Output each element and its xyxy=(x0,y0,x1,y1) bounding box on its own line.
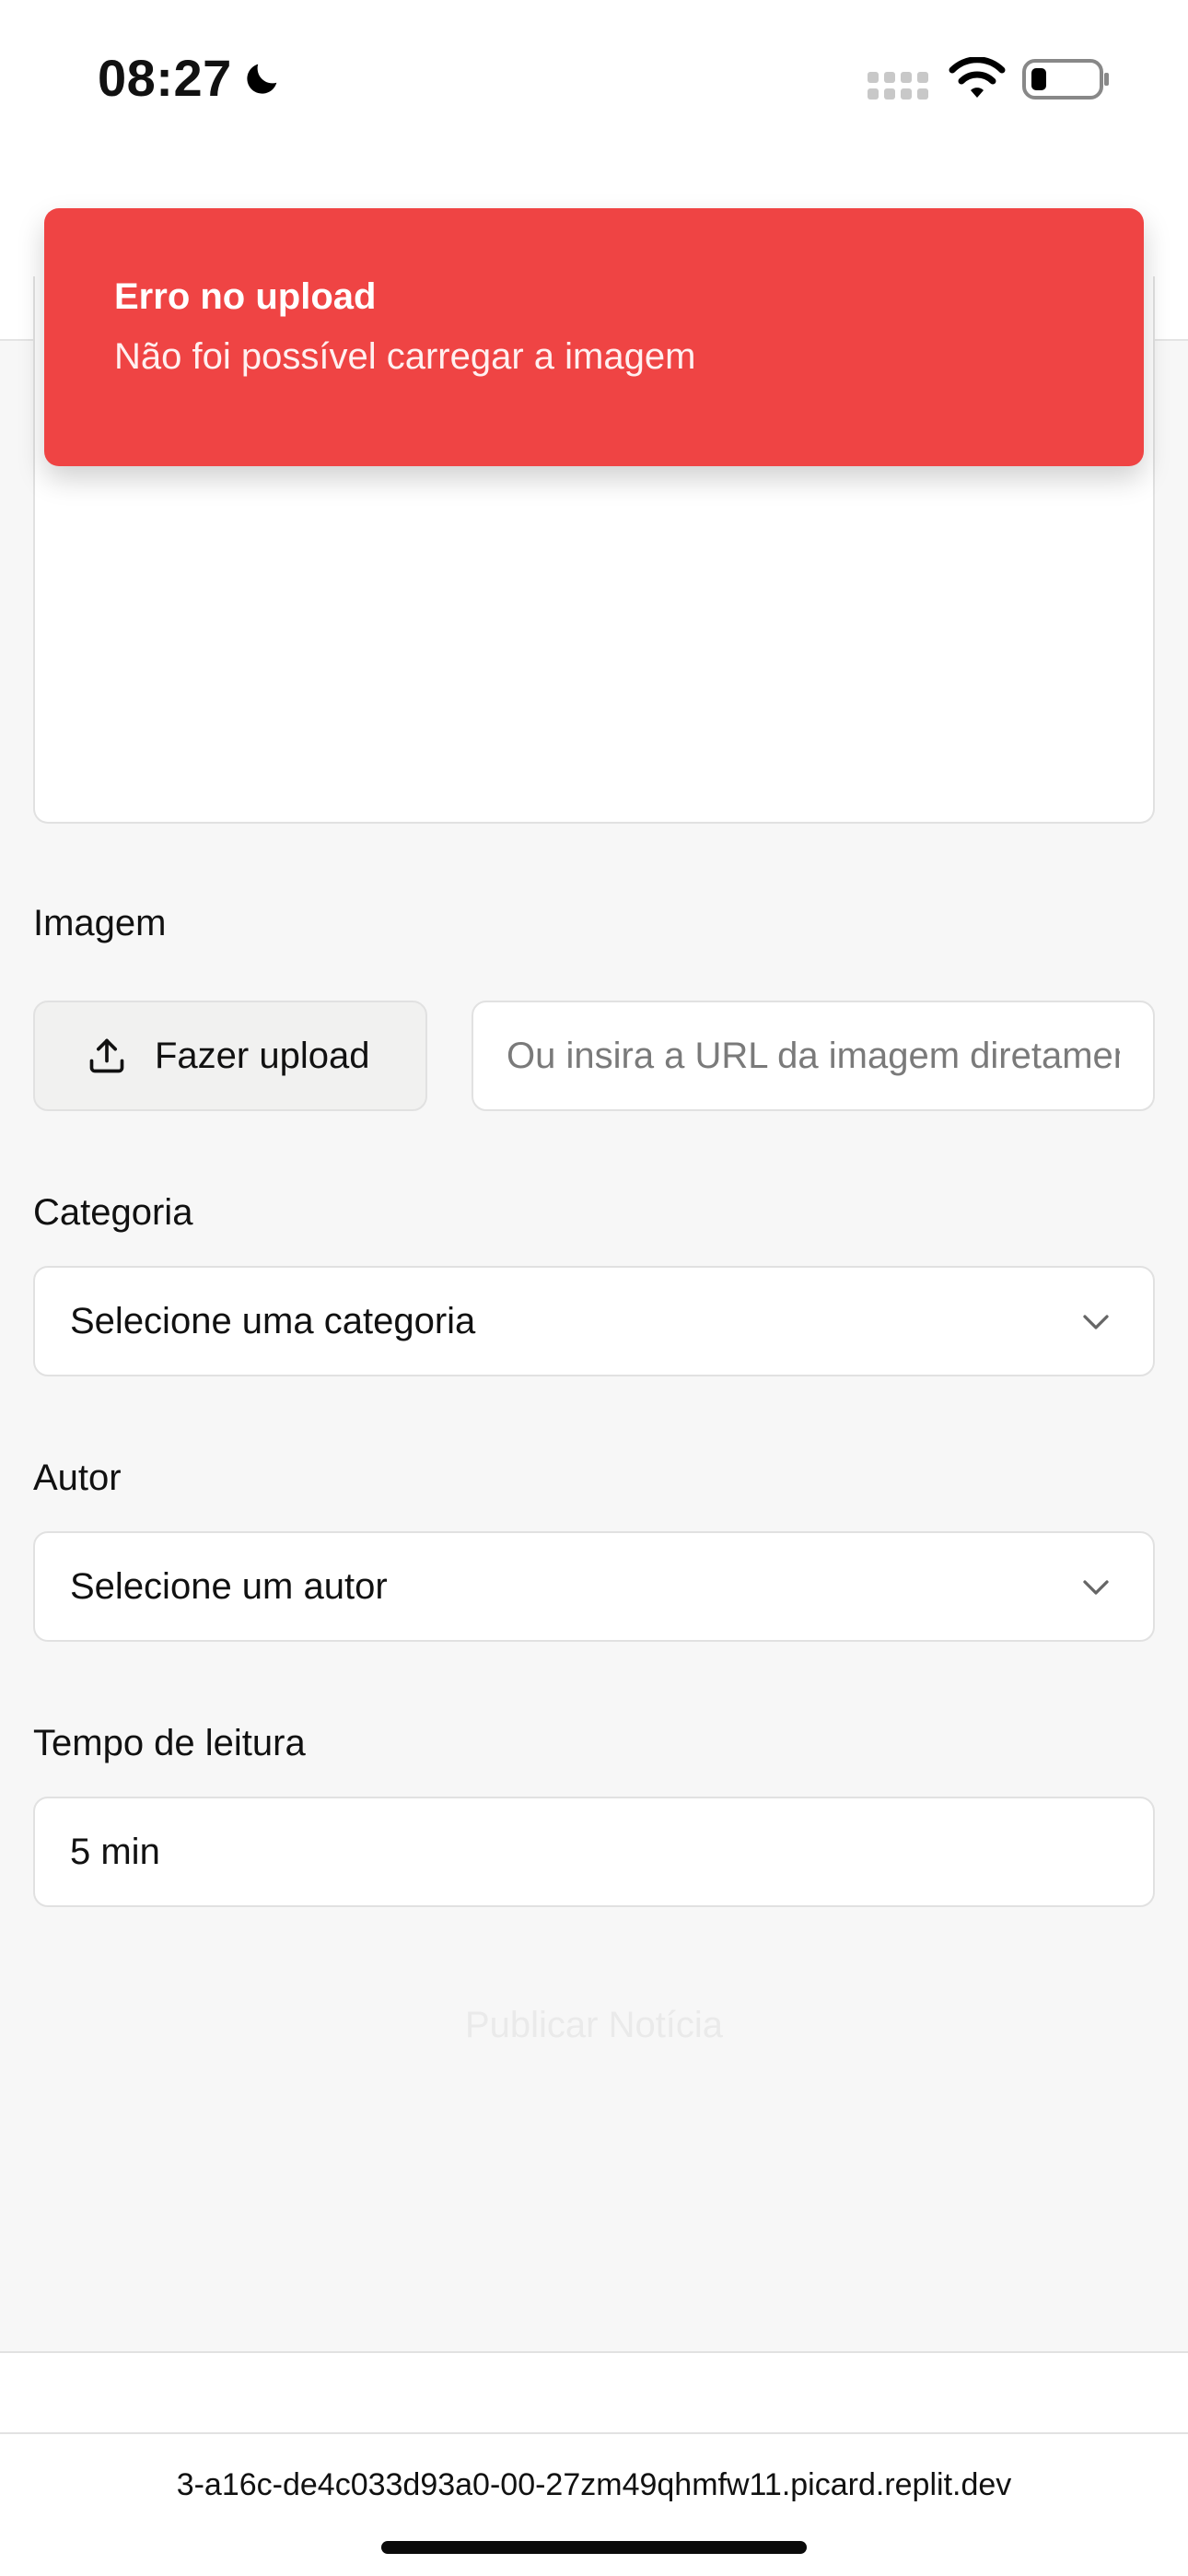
publish-button[interactable]: Publicar Notícia xyxy=(0,2005,1188,2046)
battery-icon xyxy=(1022,59,1109,100)
reading-time-value: 5 min xyxy=(70,1831,160,1872)
image-url-input[interactable] xyxy=(472,1001,1155,1111)
page: 08:27 Imagem Fazer upload Ou insira a UR… xyxy=(0,0,1188,2576)
author-label: Autor xyxy=(33,1458,122,1498)
upload-button[interactable]: Fazer upload xyxy=(33,1001,427,1111)
status-time: 08:27 xyxy=(98,49,232,107)
toast-title: Erro no upload xyxy=(114,276,377,317)
status-bar: 08:27 xyxy=(0,0,1188,158)
category-label: Categoria xyxy=(33,1192,193,1233)
category-select-value: Selecione uma categoria xyxy=(70,1300,476,1341)
wifi-icon xyxy=(949,57,1006,98)
home-indicator[interactable] xyxy=(381,2541,807,2554)
toast-message: Não foi possível carregar a imagem xyxy=(114,336,696,377)
chevron-down-icon xyxy=(1083,1315,1109,1329)
chevron-down-icon xyxy=(1083,1580,1109,1595)
signal-icon xyxy=(868,72,928,100)
author-select[interactable]: Selecione um autor xyxy=(33,1531,1155,1642)
address-bar-url[interactable]: 3-a16c-de4c033d93a0-00-27zm49qhmfw11.pic… xyxy=(0,2467,1188,2503)
browser-divider xyxy=(0,2432,1188,2434)
reading-time-input[interactable]: 5 min xyxy=(33,1797,1155,1907)
image-label: Imagem xyxy=(33,903,167,943)
category-select[interactable]: Selecione uma categoria xyxy=(33,1266,1155,1376)
upload-button-label: Fazer upload xyxy=(155,1035,370,1076)
error-toast[interactable]: Erro no upload Não foi possível carregar… xyxy=(44,208,1144,466)
reading-time-label: Tempo de leitura xyxy=(33,1723,306,1763)
upload-icon xyxy=(89,1038,124,1073)
moon-icon xyxy=(247,64,277,94)
author-select-value: Selecione um autor xyxy=(70,1565,388,1607)
